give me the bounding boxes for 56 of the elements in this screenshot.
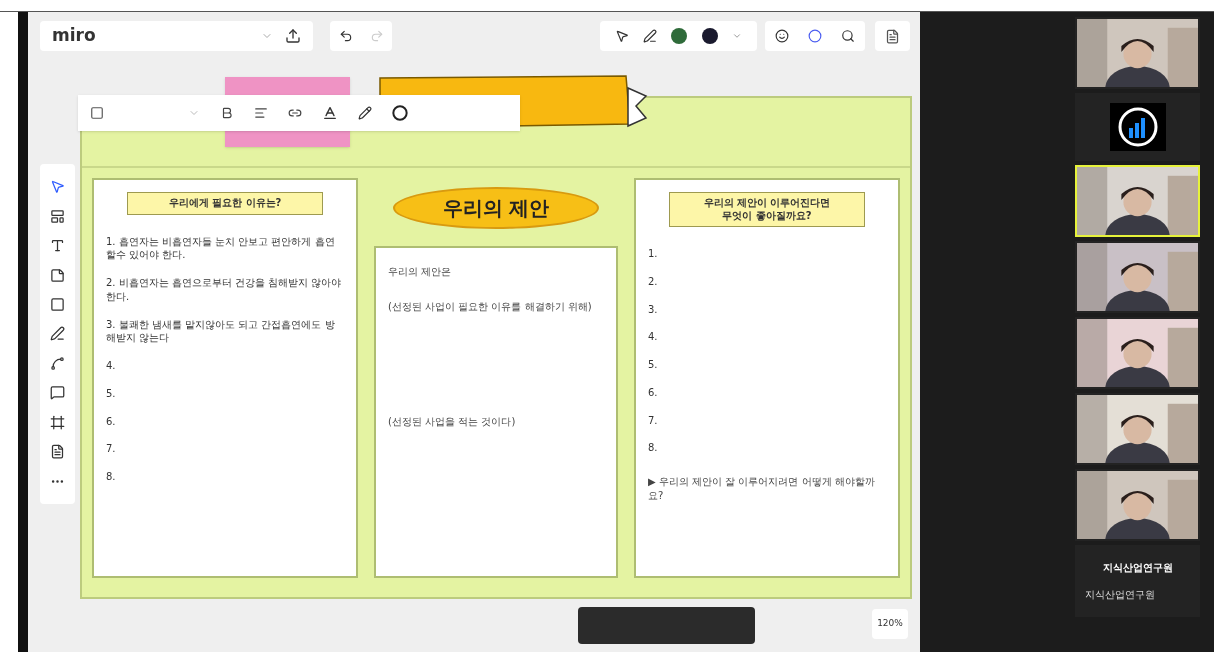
- list-item: 3. 불쾌한 냄새를 맡지않아도 되고 간접흡연에도 방해받지 않는다: [106, 317, 336, 345]
- undo-icon[interactable]: [338, 29, 353, 43]
- comment-icon[interactable]: [50, 385, 65, 401]
- list-item: 6.: [648, 385, 659, 400]
- list-item: 8.: [106, 470, 117, 484]
- list-item: 7.: [648, 413, 659, 428]
- pen-icon[interactable]: [50, 326, 65, 342]
- shape-icon[interactable]: [392, 105, 408, 121]
- board-canvas[interactable]: [28, 12, 920, 652]
- list-item: 1.: [648, 247, 659, 261]
- list-item: 6.: [106, 414, 117, 429]
- notes-icon[interactable]: [885, 28, 900, 44]
- column-heading: 우리의 제안이 이루어진다면 무엇이 좋아질까요?: [669, 192, 865, 227]
- participant-label: 지식산업연구원: [1085, 588, 1155, 602]
- list-item: 4.: [106, 359, 117, 373]
- template-icon[interactable]: [50, 208, 65, 224]
- banner-title: 우리의 제안: [392, 187, 600, 229]
- list-item: 4.: [648, 330, 659, 344]
- list-item: 5.: [106, 386, 117, 401]
- proposal-text: 우리의 제안은: [388, 265, 453, 279]
- proposal-text: (선정된 사업이 필요한 이유를 해결하기 위해): [388, 300, 593, 314]
- participant-name: 지식산업연구원: [1102, 561, 1173, 575]
- list-item: 7.: [106, 442, 117, 456]
- square-icon[interactable]: [50, 297, 65, 313]
- list-item: 3.: [648, 302, 659, 317]
- file-icon[interactable]: [50, 444, 65, 460]
- miro-logo[interactable]: miro: [52, 23, 96, 49]
- user-avatar[interactable]: [701, 28, 718, 44]
- curve-icon[interactable]: [50, 355, 65, 371]
- proposal-text: (선정된 사업을 적는 것이다): [388, 415, 517, 429]
- logo-icon: [1109, 103, 1166, 151]
- highlight-icon[interactable]: [358, 106, 372, 120]
- column-heading: 우리에게 필요한 이유는?: [127, 192, 323, 215]
- search-icon[interactable]: [841, 29, 856, 43]
- column-note: ▶ 우리의 제안이 잘 이루어지려면 어떻게 해야할까요?: [648, 475, 876, 503]
- export-icon[interactable]: [285, 28, 301, 44]
- list-item: 2.: [648, 274, 659, 289]
- frame-icon[interactable]: [50, 414, 65, 430]
- list-item: 8.: [648, 441, 659, 455]
- user-avatar[interactable]: [671, 28, 688, 44]
- select-icon[interactable]: [50, 179, 65, 195]
- checkbox-icon[interactable]: [90, 106, 104, 120]
- cursor-icon[interactable]: [615, 29, 630, 43]
- zoom-level: 120%: [877, 617, 903, 631]
- text-color-icon[interactable]: [322, 105, 338, 121]
- link-icon[interactable]: [288, 106, 302, 120]
- align-icon[interactable]: [254, 106, 268, 120]
- reaction-icon[interactable]: [774, 29, 789, 43]
- list-item: 1. 흡연자는 비흡연자들 눈치 안보고 편안하게 흡연할수 있어야 한다.: [106, 234, 336, 262]
- list-item: 5.: [648, 358, 659, 372]
- text-icon[interactable]: [50, 238, 65, 254]
- sticky-note-icon[interactable]: [50, 267, 65, 283]
- zoom-control[interactable]: 120%: [872, 609, 908, 639]
- list-item: 2. 비흡연자는 흡연으로부터 건강을 침해받지 않아야 한다.: [106, 276, 343, 304]
- bold-icon[interactable]: [220, 106, 234, 120]
- pen-icon[interactable]: [643, 29, 658, 43]
